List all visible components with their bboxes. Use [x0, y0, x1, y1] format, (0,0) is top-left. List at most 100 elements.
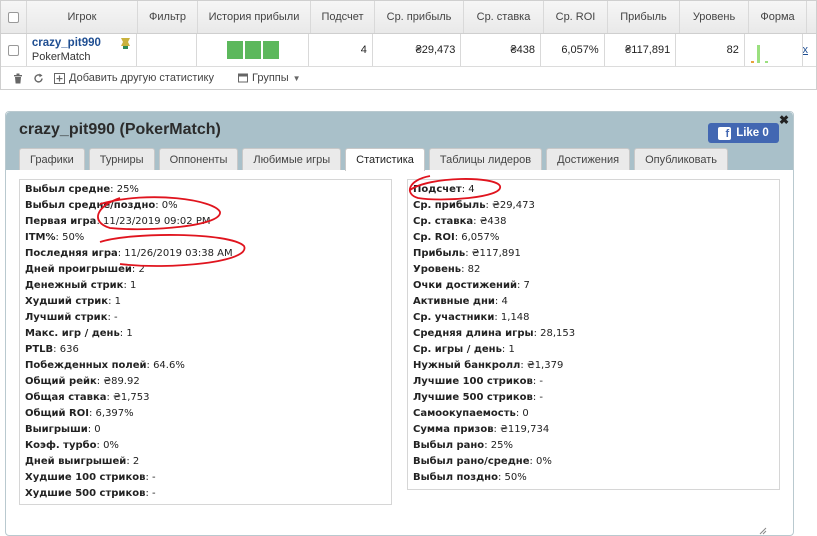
header-level[interactable]: Уровень	[680, 1, 749, 33]
select-all-checkbox[interactable]	[1, 1, 27, 33]
resize-grip-icon[interactable]	[757, 525, 767, 535]
stat-row: Ср. игры / день: 1	[413, 342, 774, 358]
stat-row: Нужный банкролл: ₴1,379	[413, 358, 774, 374]
stat-value: 0	[94, 424, 101, 435]
header-count[interactable]: Подсчет	[311, 1, 375, 33]
stat-row: Дней выигрышей: 2	[25, 454, 386, 470]
stat-row: Макс. игр / день: 1	[25, 326, 386, 342]
panel-header: crazy_pit990 (PokerMatch) f Like 0 ✖ Гра…	[6, 112, 793, 171]
remove-player-link[interactable]: x	[803, 44, 809, 56]
stat-value: 50%	[504, 472, 527, 483]
add-stat-button[interactable]: Добавить другую статистику	[54, 72, 214, 84]
header-profit-history[interactable]: История прибыли	[198, 1, 311, 33]
stat-value: 6,397%	[95, 408, 134, 419]
stat-row: Очки достижений: 7	[413, 278, 774, 294]
stat-value: -	[539, 376, 543, 387]
tab-statistics[interactable]: Статистика	[345, 148, 425, 171]
facebook-like-button[interactable]: f Like 0	[708, 123, 779, 143]
stat-label: Первая игра	[25, 216, 97, 227]
stat-label: Денежный стрик	[25, 280, 124, 291]
grid-toolbar: Добавить другую статистику Группы ▼	[1, 67, 816, 89]
stat-label: Макс. игр / день	[25, 328, 120, 339]
close-icon[interactable]: ✖	[779, 113, 789, 127]
stat-row: Побежденных полей: 64.6%	[25, 358, 386, 374]
form-sparkline	[745, 34, 803, 66]
tab-publish[interactable]: Опубликовать	[634, 148, 729, 170]
stat-row: Выигрыши: 0	[25, 422, 386, 438]
stat-value: -	[114, 312, 118, 323]
stat-label: Подсчет	[413, 184, 462, 195]
stat-value: 4	[468, 184, 475, 195]
stat-label: Сумма призов	[413, 424, 494, 435]
add-stat-label: Добавить другую статистику	[69, 72, 214, 84]
stat-row: Худший стрик: 1	[25, 294, 386, 310]
header-avg-profit[interactable]: Ср. прибыль	[375, 1, 464, 33]
stat-label: Выигрыши	[25, 424, 88, 435]
tab-opponents[interactable]: Оппоненты	[158, 148, 239, 170]
stat-label: Общий рейк	[25, 376, 97, 387]
profit-history-bars	[226, 41, 279, 59]
stat-row: Сумма призов: ₴119,734	[413, 422, 774, 438]
header-filter[interactable]: Фильтр	[138, 1, 198, 33]
stat-row: Лучший стрик: -	[25, 310, 386, 326]
stat-value: ₴117,891	[471, 248, 521, 259]
stat-label: Лучшие 500 стриков	[413, 392, 533, 403]
add-stat-icon	[54, 72, 65, 84]
avg-roi-value: 6,057%	[541, 34, 605, 66]
remove-cell: x	[803, 34, 817, 66]
stat-label: Худшие 500 стриков	[25, 488, 146, 499]
stat-label: Выбыл средне	[25, 184, 111, 195]
tab-charts[interactable]: Графики	[19, 148, 85, 170]
form-bar	[756, 45, 760, 63]
header-avg-roi[interactable]: Ср. ROI	[544, 1, 608, 33]
header-profit[interactable]: Прибыль	[608, 1, 680, 33]
stat-label: Худшие 100 стриков	[25, 472, 146, 483]
tab-tournaments[interactable]: Турниры	[88, 148, 155, 170]
form-bar	[750, 61, 754, 63]
stat-value: 2	[138, 264, 145, 275]
stat-label: Активные дни	[413, 296, 495, 307]
header-player[interactable]: Игрок	[27, 1, 138, 33]
tab-leaderboards[interactable]: Таблицы лидеров	[428, 148, 543, 170]
stat-value: 1,148	[500, 312, 530, 323]
stat-row: Последняя игра: 11/26/2019 03:38 AM	[25, 246, 386, 262]
stat-label: PTLB	[25, 344, 54, 355]
chevron-down-icon: ▼	[292, 73, 301, 83]
stat-label: Дней проигрышей	[25, 264, 132, 275]
stat-value: 4	[501, 296, 508, 307]
stat-value: 636	[59, 344, 79, 355]
groups-dropdown[interactable]: Группы ▼	[238, 72, 301, 84]
stat-row: Коэф. турбо: 0%	[25, 438, 386, 454]
stat-label: Общая ставка	[25, 392, 107, 403]
results-grid: Игрок Фильтр История прибыли Подсчет Ср.…	[0, 0, 817, 90]
table-row[interactable]: crazy_pit990 PokerMatch 4 ₴29,473 ₴438 6…	[1, 34, 816, 67]
stat-row: ITM%: 50%	[25, 230, 386, 246]
tab-favorite-games[interactable]: Любимые игры	[242, 148, 342, 170]
avg-stake-value: ₴438	[461, 34, 541, 66]
stat-value: 1	[130, 280, 137, 291]
right-stats-list: Подсчет: 4 Ср. прибыль: ₴29,473 Ср. ставка…	[407, 179, 780, 490]
header-form[interactable]: Форма	[749, 1, 807, 33]
groups-icon	[238, 73, 248, 83]
count-value: 4	[309, 34, 373, 66]
stat-value: ₴119,734	[500, 424, 550, 435]
header-avg-stake[interactable]: Ср. ставка	[464, 1, 544, 33]
refresh-icon[interactable]	[33, 73, 44, 84]
player-name-link[interactable]: crazy_pit990	[32, 37, 101, 49]
stat-row: Выбыл поздно: 50%	[413, 470, 774, 486]
trash-icon[interactable]	[13, 73, 23, 84]
stat-label: Ср. прибыль	[413, 200, 486, 211]
avg-profit-value: ₴29,473	[373, 34, 462, 66]
stat-row: Ср. ROI: 6,057%	[413, 230, 774, 246]
stat-label: Средняя длина игры	[413, 328, 534, 339]
row-checkbox[interactable]	[1, 34, 27, 66]
tab-achievements[interactable]: Достижения	[546, 148, 631, 170]
player-cell: crazy_pit990 PokerMatch	[27, 34, 138, 66]
stat-row: Подсчет: 4	[413, 182, 774, 198]
stat-label: Самоокупаемость	[413, 408, 516, 419]
history-bar	[226, 41, 243, 59]
stat-value: 0%	[536, 456, 552, 467]
facebook-icon: f	[718, 126, 732, 140]
stat-value: 25%	[116, 184, 139, 195]
stat-label: Ср. ставка	[413, 216, 474, 227]
